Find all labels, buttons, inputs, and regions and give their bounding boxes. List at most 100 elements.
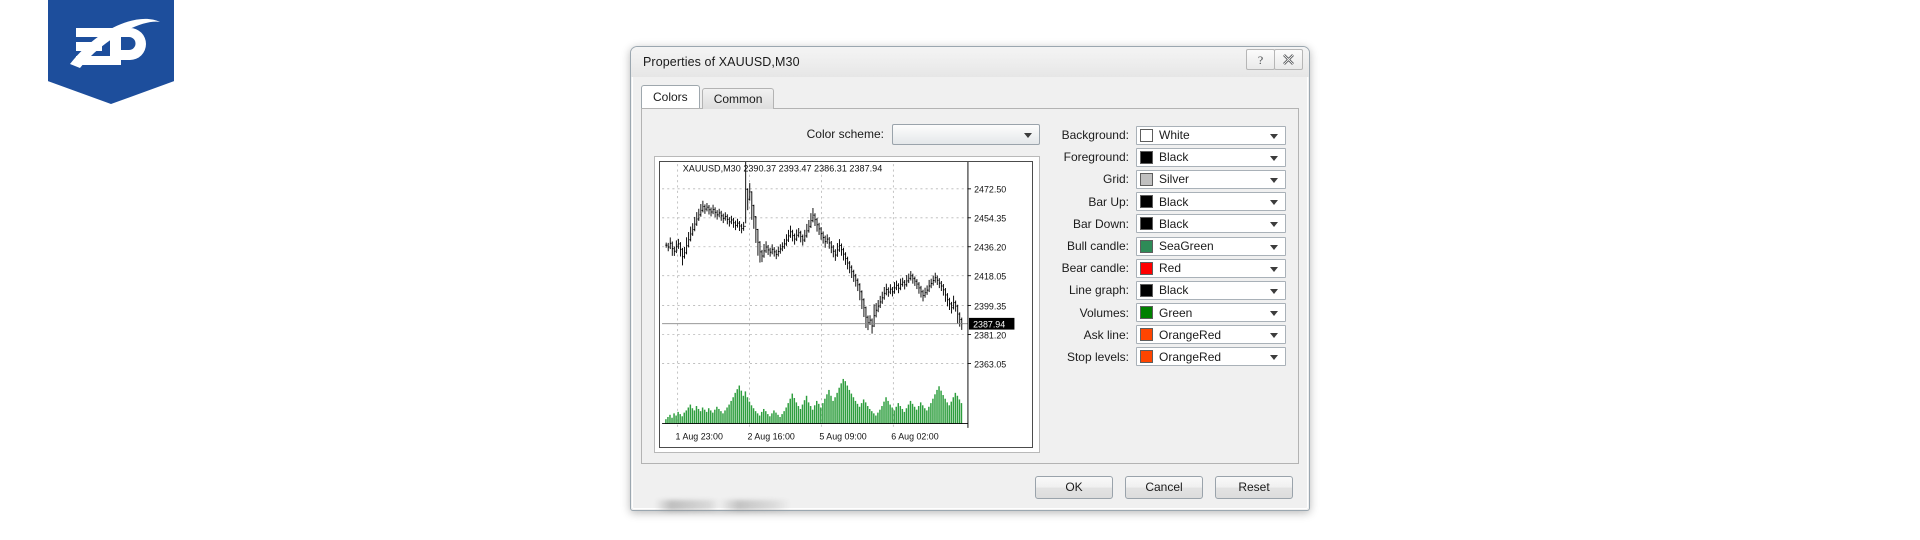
cancel-button[interactable]: Cancel: [1125, 475, 1203, 499]
color-row: Stop levels: OrangeRed: [1048, 346, 1286, 368]
color-row: Background: White: [1048, 124, 1286, 146]
svg-text:5 Aug 09:00: 5 Aug 09:00: [819, 431, 866, 441]
question-mark-icon: ?: [1258, 53, 1263, 66]
color-combobox[interactable]: OrangeRed: [1136, 347, 1286, 367]
color-value: Black: [1159, 216, 1189, 231]
svg-text:1 Aug 23:00: 1 Aug 23:00: [676, 431, 723, 441]
svg-text:XAUUSD,M30 2390.37 2393.47 23: XAUUSD,M30 2390.37 2393.47 2386.31 2387.…: [683, 163, 883, 173]
close-button[interactable]: [1274, 49, 1303, 70]
colors-tab-panel: Color scheme: 2472.50 2454.35 2436.20 2418.…: [641, 108, 1299, 464]
tab-common[interactable]: Common: [701, 88, 775, 109]
svg-text:2436.20: 2436.20: [974, 242, 1006, 252]
color-row: Volumes: Green: [1048, 302, 1286, 324]
chevron-down-icon: [1270, 133, 1278, 139]
color-row: Foreground: Black: [1048, 146, 1286, 168]
color-row: Bar Up: Black: [1048, 191, 1286, 213]
color-combobox[interactable]: OrangeRed: [1136, 325, 1286, 345]
tabstrip: Colors Common: [641, 85, 1299, 109]
color-swatch: [1140, 306, 1153, 320]
color-combobox[interactable]: White: [1136, 125, 1286, 145]
color-swatch: [1140, 261, 1153, 275]
color-value: OrangeRed: [1159, 327, 1222, 342]
chevron-down-icon: [1270, 177, 1278, 183]
color-row: Grid: Silver: [1048, 168, 1286, 190]
svg-text:2 Aug 16:00: 2 Aug 16:00: [747, 431, 794, 441]
blurred-artifact: [655, 500, 790, 511]
svg-text:?: ?: [1258, 53, 1263, 66]
color-value: Red: [1159, 261, 1182, 276]
color-combobox[interactable]: Black: [1136, 192, 1286, 212]
chevron-down-icon: [1270, 311, 1278, 317]
color-row-label: Volumes:: [1079, 305, 1129, 320]
color-row-label: Line graph:: [1068, 283, 1129, 298]
color-value: Green: [1159, 305, 1193, 320]
close-icon: [1283, 54, 1294, 65]
dialog-titlebar[interactable]: Properties of XAUUSD,M30 ?: [631, 47, 1309, 77]
color-row-label: Bull candle:: [1066, 239, 1129, 254]
color-row-label: Bar Up:: [1088, 194, 1129, 209]
chevron-down-icon: [1024, 132, 1032, 138]
color-swatch: [1140, 128, 1153, 142]
properties-dialog: Properties of XAUUSD,M30 ? Colors Common: [630, 46, 1310, 511]
fp-logo-icon: [70, 18, 160, 68]
svg-text:2399.35: 2399.35: [974, 301, 1006, 311]
color-swatch: [1140, 195, 1153, 209]
color-value: White: [1159, 128, 1190, 143]
ok-button[interactable]: OK: [1035, 475, 1113, 499]
chevron-down-icon: [1270, 200, 1278, 206]
svg-text:2418.05: 2418.05: [974, 271, 1006, 281]
color-swatch: [1140, 283, 1153, 297]
reset-button[interactable]: Reset: [1215, 475, 1293, 499]
color-swatch: [1140, 172, 1153, 186]
color-value: Silver: [1159, 172, 1190, 187]
color-scheme-select[interactable]: [892, 123, 1040, 145]
color-row-label: Foreground:: [1063, 150, 1129, 165]
color-combobox[interactable]: Silver: [1136, 169, 1286, 189]
preview-column: Color scheme: 2472.50 2454.35 2436.20 2418.…: [654, 123, 1040, 453]
color-row-label: Bear candle:: [1061, 261, 1129, 276]
color-combobox[interactable]: Red: [1136, 258, 1286, 278]
svg-text:2387.94: 2387.94: [973, 319, 1005, 329]
dialog-title: Properties of XAUUSD,M30: [643, 55, 800, 69]
color-row: Bar Down: Black: [1048, 213, 1286, 235]
chevron-down-icon: [1270, 355, 1278, 361]
chevron-down-icon: [1270, 155, 1278, 161]
color-row-label: Stop levels:: [1066, 349, 1129, 364]
svg-text:2472.50: 2472.50: [974, 185, 1006, 195]
svg-text:2454.35: 2454.35: [974, 214, 1006, 224]
color-row: Bear candle: Red: [1048, 257, 1286, 279]
color-combobox[interactable]: Green: [1136, 303, 1286, 323]
color-row-label: Ask line:: [1083, 327, 1129, 342]
color-combobox[interactable]: Black: [1136, 280, 1286, 300]
color-scheme-row: Color scheme:: [654, 123, 1040, 145]
chart-preview-svg: 2472.50 2454.35 2436.20 2418.05 2399.35 2381.…: [660, 162, 1032, 447]
color-row-label: Bar Down:: [1072, 216, 1129, 231]
color-row: Bull candle: SeaGreen: [1048, 235, 1286, 257]
color-scheme-label: Color scheme:: [806, 127, 884, 141]
svg-text:2381.20: 2381.20: [974, 330, 1006, 340]
color-value: OrangeRed: [1159, 349, 1222, 364]
color-swatch: [1140, 350, 1153, 364]
color-swatch: [1140, 150, 1153, 164]
titlebar-button-group: ?: [1246, 49, 1303, 70]
chevron-down-icon: [1270, 333, 1278, 339]
color-row: Line graph: Black: [1048, 279, 1286, 301]
help-button[interactable]: ?: [1246, 49, 1275, 70]
color-combobox[interactable]: Black: [1136, 214, 1286, 234]
chevron-down-icon: [1270, 288, 1278, 294]
chart-preview-frame: 2472.50 2454.35 2436.20 2418.05 2399.35 2381.…: [654, 156, 1040, 453]
color-row-label: Background:: [1061, 128, 1129, 143]
color-combobox[interactable]: Black: [1136, 147, 1286, 167]
color-swatch: [1140, 328, 1153, 342]
chevron-down-icon: [1270, 244, 1278, 250]
chevron-down-icon: [1270, 222, 1278, 228]
color-value: Black: [1159, 150, 1189, 165]
tab-colors[interactable]: Colors: [641, 85, 700, 108]
color-value: SeaGreen: [1159, 239, 1214, 254]
svg-text:6 Aug 02:00: 6 Aug 02:00: [891, 431, 938, 441]
color-swatch: [1140, 239, 1153, 253]
color-value: Black: [1159, 194, 1189, 209]
svg-text:2363.05: 2363.05: [974, 359, 1006, 369]
color-value: Black: [1159, 283, 1189, 298]
color-combobox[interactable]: SeaGreen: [1136, 236, 1286, 256]
